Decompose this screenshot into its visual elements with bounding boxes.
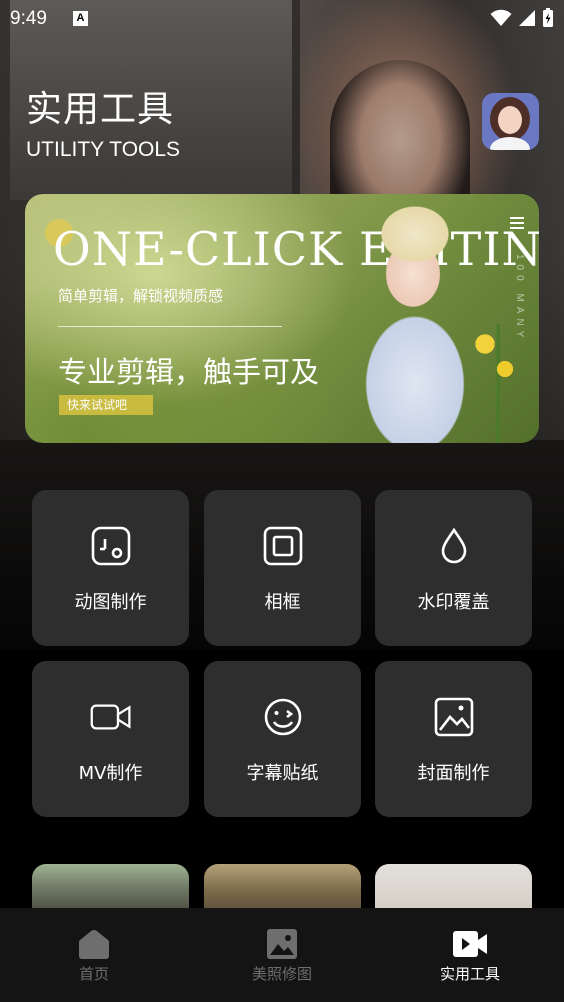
status-bar: 9:49 A <box>0 0 564 38</box>
page-subtitle: UTILITY TOOLS <box>26 138 181 161</box>
photo-icon <box>267 929 297 959</box>
page-title: 实用工具 <box>26 89 175 130</box>
tool-label: 水印覆盖 <box>417 592 490 613</box>
status-icons <box>490 8 554 28</box>
bottom-nav: 首页 美照修图 实用工具 <box>0 908 564 1002</box>
banner-vertical-text: 100 MANY <box>514 254 525 343</box>
image-icon <box>433 696 475 738</box>
video-camera-icon <box>90 696 132 738</box>
banner-divider <box>58 326 282 327</box>
nav-label: 实用工具 <box>439 965 500 983</box>
wifi-icon <box>490 9 512 26</box>
menu-icon[interactable] <box>510 217 524 229</box>
status-time: 9:49 <box>10 8 47 29</box>
battery-charging-icon <box>543 8 553 27</box>
notification-a-icon: A <box>73 11 88 26</box>
tool-label: 相框 <box>264 592 301 613</box>
tool-subtitle-sticker[interactable]: 字幕贴纸 <box>204 661 361 817</box>
frame-icon <box>262 525 304 567</box>
tool-label: 封面制作 <box>417 763 490 784</box>
nav-home[interactable]: 首页 <box>34 928 154 984</box>
nav-utility-tools[interactable]: 实用工具 <box>410 928 530 984</box>
nav-label: 美照修图 <box>251 965 312 983</box>
tool-mv-maker[interactable]: MV制作 <box>32 661 189 817</box>
tool-label: MV制作 <box>78 763 143 784</box>
banner-subtitle: 简单剪辑，解锁视频质感 <box>58 287 224 305</box>
wink-face-icon <box>262 696 304 738</box>
nav-photo-edit[interactable]: 美照修图 <box>222 928 342 984</box>
cell-signal-icon <box>519 10 535 26</box>
gif-maker-icon <box>90 525 132 567</box>
tool-gif-maker[interactable]: 动图制作 <box>32 490 189 646</box>
avatar-portrait-icon <box>482 93 539 150</box>
tool-label: 动图制作 <box>74 592 147 613</box>
watermark-drop-icon <box>433 525 475 567</box>
tool-watermark[interactable]: 水印覆盖 <box>375 490 532 646</box>
tool-label: 字幕贴纸 <box>246 763 319 784</box>
banner-slogan: 专业剪辑，触手可及 <box>58 355 320 389</box>
tool-frame[interactable]: 相框 <box>204 490 361 646</box>
tool-cover-maker[interactable]: 封面制作 <box>375 661 532 817</box>
video-play-icon <box>453 931 487 957</box>
nav-label: 首页 <box>78 965 109 983</box>
home-icon <box>79 930 109 959</box>
banner-cta-button[interactable]: 快来试试吧 <box>59 395 153 415</box>
promo-banner[interactable]: ONE-CLICK EDITING 简单剪辑，解锁视频质感 专业剪辑，触手可及 … <box>25 194 539 443</box>
avatar[interactable] <box>482 93 539 150</box>
